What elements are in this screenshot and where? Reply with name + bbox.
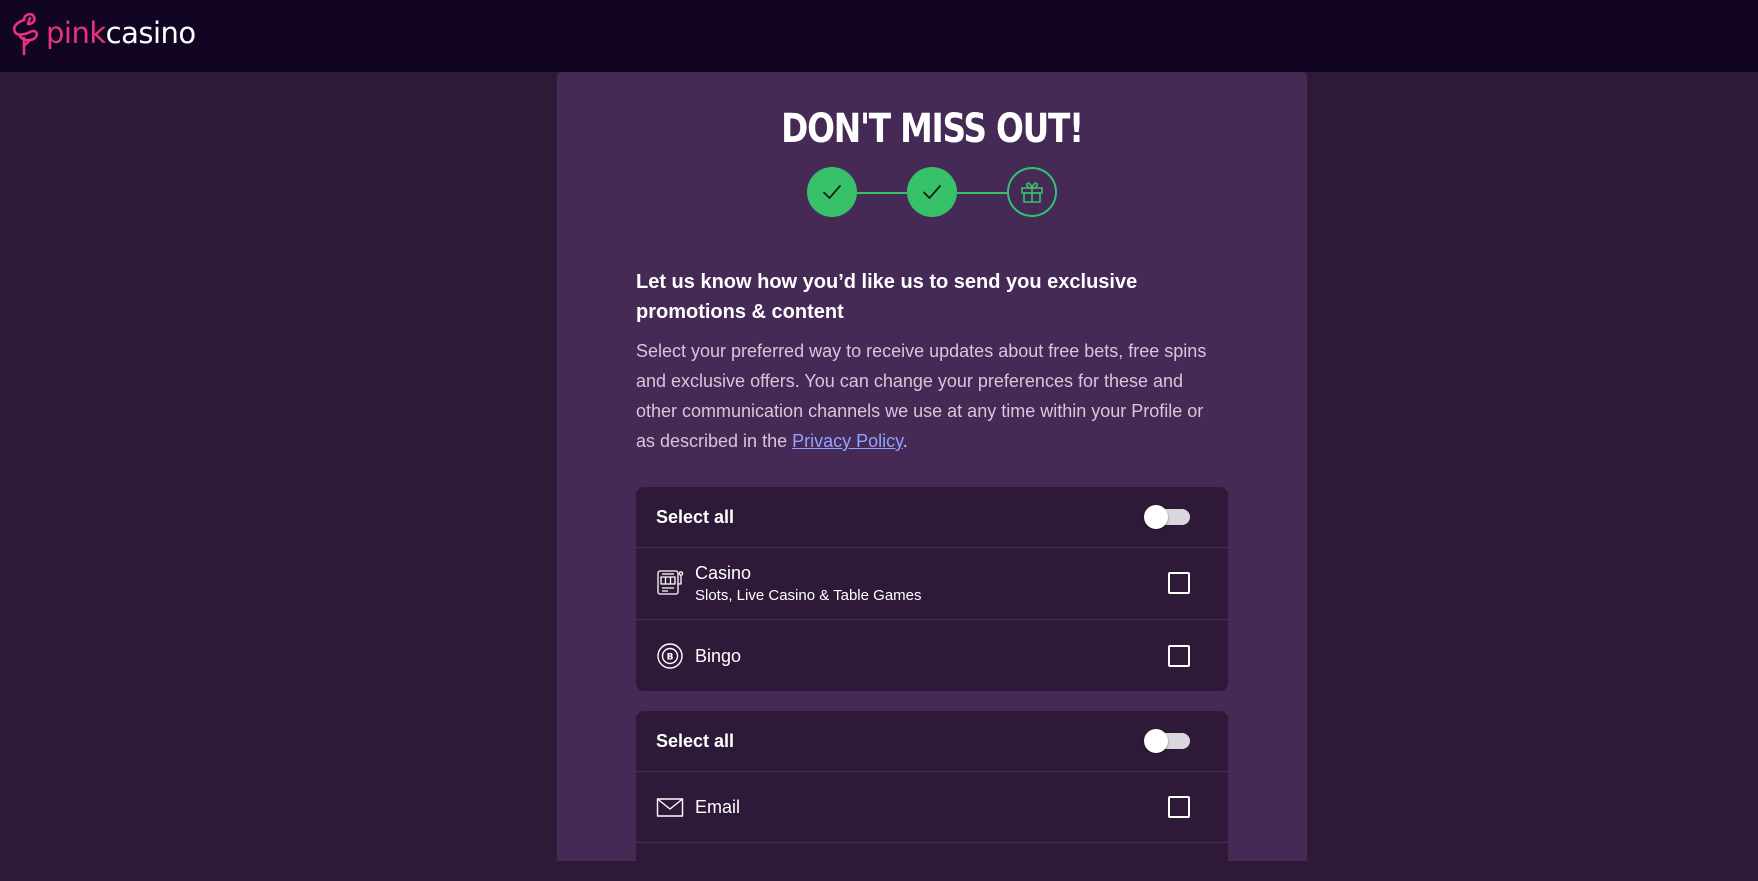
logo-text-pink: pink <box>46 15 106 50</box>
description-text: Select your preferred way to receive upd… <box>636 341 1207 451</box>
top-bar: pinkcasino <box>0 0 1758 72</box>
gift-icon <box>1021 182 1043 203</box>
stepper-connector-1 <box>857 192 907 194</box>
bingo-ball-icon: B <box>657 643 683 669</box>
channels-preferences-card: Select all Email <box>636 711 1228 881</box>
channels-select-all-toggle[interactable] <box>1144 729 1192 753</box>
email-option-row[interactable]: Email <box>636 772 1228 843</box>
pinkcasino-logo[interactable]: pinkcasino <box>10 10 196 56</box>
bingo-option-row[interactable]: B Bingo <box>636 620 1228 691</box>
products-select-all-toggle[interactable] <box>1144 505 1192 529</box>
toggle-knob <box>1144 729 1168 753</box>
progress-stepper <box>807 167 1057 219</box>
logo-text-casino: casino <box>105 15 197 50</box>
channels-select-all-row: Select all <box>636 711 1228 772</box>
products-preferences-card: Select all Casino Slots, Live Casino & T… <box>636 487 1228 691</box>
svg-text:B: B <box>667 653 674 663</box>
promotions-modal: DON'T MISS OUT! Let us know how you’d li… <box>557 72 1307 881</box>
toggle-knob <box>1144 505 1168 529</box>
email-checkbox[interactable] <box>1168 796 1190 818</box>
bingo-checkbox[interactable] <box>1168 645 1190 667</box>
envelope-icon <box>656 798 684 817</box>
slot-machine-icon <box>657 570 684 595</box>
casino-title: Casino <box>695 563 752 583</box>
check-icon <box>923 185 941 199</box>
select-all-label: Select all <box>656 731 735 751</box>
check-icon <box>823 185 841 199</box>
flamingo-icon <box>12 12 39 56</box>
privacy-policy-link[interactable]: Privacy Policy <box>792 431 903 451</box>
modal-title: DON'T MISS OUT! <box>781 106 1084 152</box>
casino-checkbox[interactable] <box>1168 572 1190 594</box>
select-all-label: Select all <box>656 507 735 527</box>
step-2-complete <box>907 167 957 217</box>
casino-subtitle: Slots, Live Casino & Table Games <box>695 587 922 604</box>
casino-option-row[interactable]: Casino Slots, Live Casino & Table Games <box>636 548 1228 620</box>
description-end: . <box>902 431 908 451</box>
section-heading: Let us know how you’d like us to send yo… <box>636 271 1138 323</box>
next-channel-row <box>636 843 1228 881</box>
bingo-title: Bingo <box>695 646 742 666</box>
products-select-all-row: Select all <box>636 487 1228 548</box>
stepper-connector-2 <box>957 192 1007 194</box>
email-title: Email <box>695 797 741 817</box>
step-1-complete <box>807 167 857 217</box>
step-3-gift <box>1007 167 1057 217</box>
section-description: Select your preferred way to receive upd… <box>636 336 1226 456</box>
